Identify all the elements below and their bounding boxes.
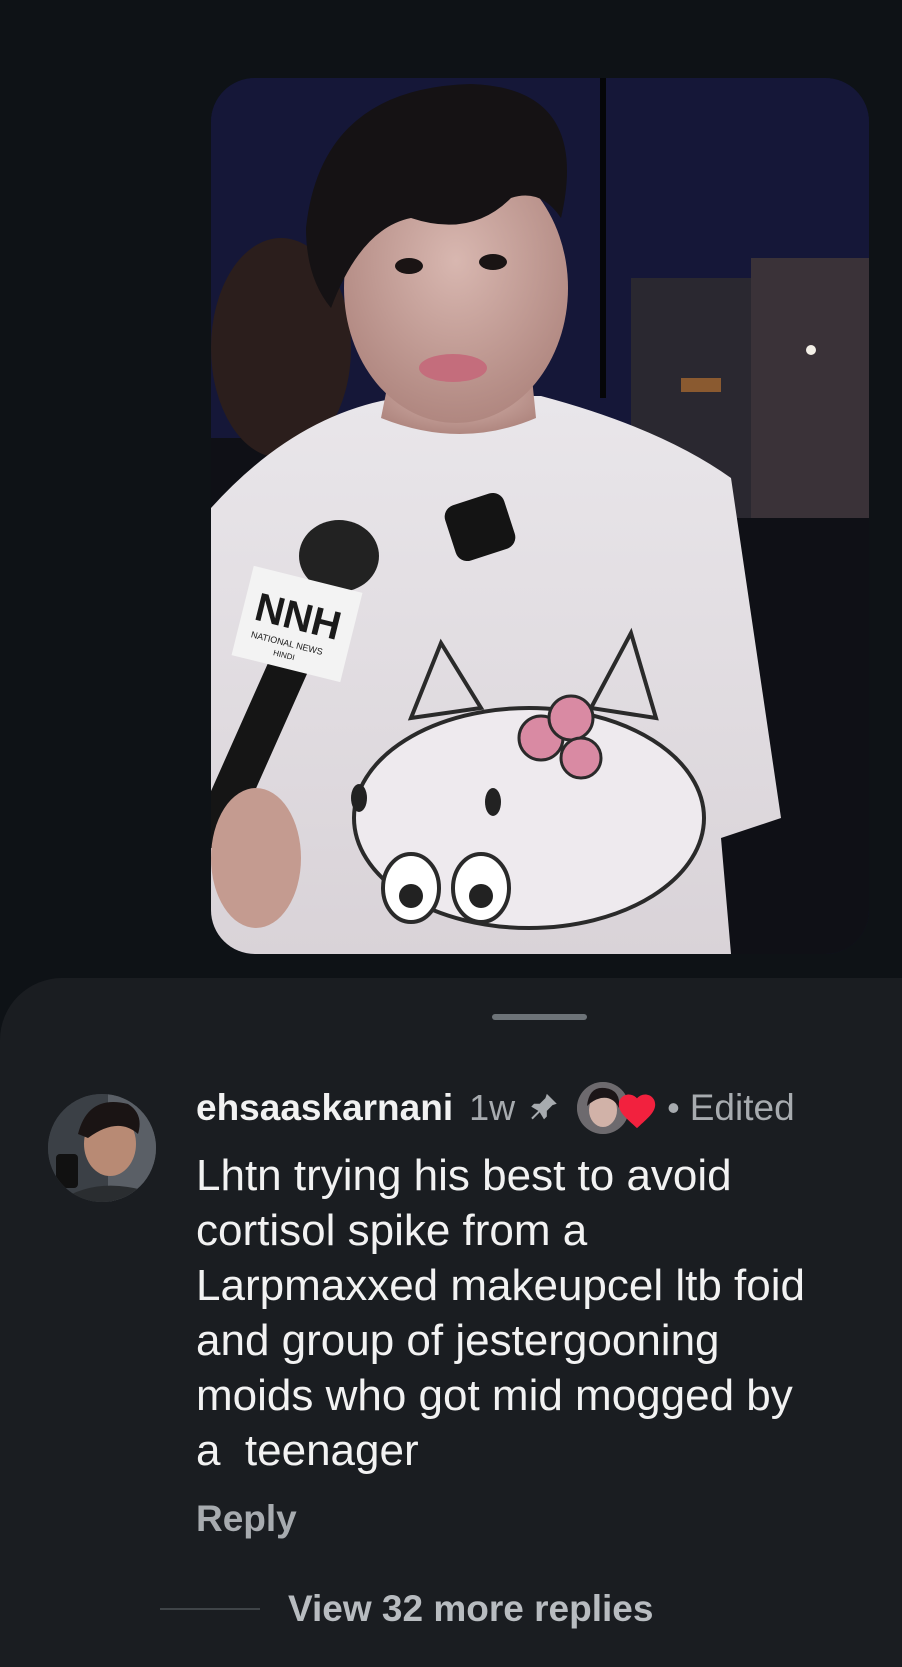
comment-text: Lhtn trying his best to avoid cortisol s… bbox=[196, 1151, 805, 1475]
avatar[interactable] bbox=[48, 1094, 156, 1202]
reel-thumbnail[interactable]: NNH NATIONAL NEWS HINDI bbox=[211, 78, 869, 954]
sheet-drag-handle[interactable] bbox=[492, 1014, 587, 1020]
view-more-replies-button[interactable]: View 32 more replies bbox=[288, 1588, 653, 1630]
comment-timestamp: 1w bbox=[469, 1087, 516, 1128]
edited-label: Edited bbox=[689, 1087, 795, 1128]
pin-icon bbox=[527, 1091, 561, 1125]
avatar-image bbox=[48, 1094, 156, 1202]
reply-button[interactable]: Reply bbox=[196, 1498, 297, 1540]
creator-liked-badge bbox=[577, 1080, 663, 1136]
heart-icon bbox=[615, 1090, 659, 1130]
replies-divider bbox=[160, 1608, 260, 1610]
comment-username[interactable]: ehsaaskarnani bbox=[196, 1087, 453, 1129]
comment-header: ehsaaskarnani 1w • Edited bbox=[196, 1082, 795, 1134]
reel-image: NNH NATIONAL NEWS HINDI bbox=[211, 78, 869, 954]
view-replies-row[interactable]: View 32 more replies bbox=[160, 1584, 653, 1634]
comments-sheet: ehsaaskarnani 1w • Edited Lhtn trying hi… bbox=[0, 978, 902, 1667]
separator-dot: • bbox=[667, 1087, 680, 1128]
comments-screen: NNH NATIONAL NEWS HINDI ehsaaskarnani 1w… bbox=[0, 0, 902, 1667]
